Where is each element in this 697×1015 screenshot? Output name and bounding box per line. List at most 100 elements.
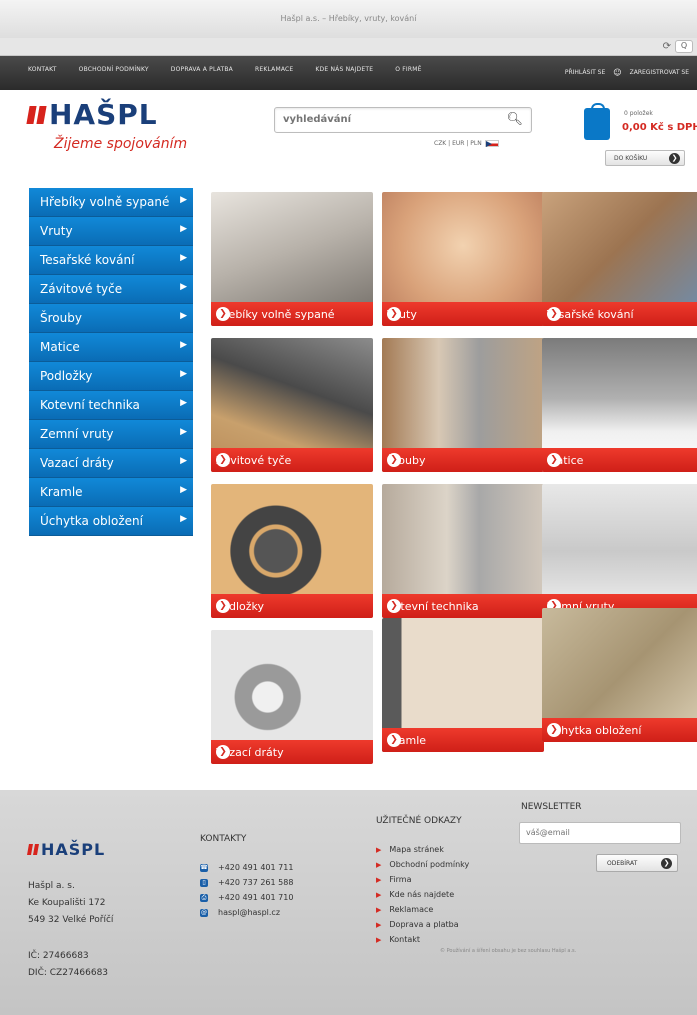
sidebar-item-label: Tesařské kování	[40, 253, 135, 267]
arrow-right-icon: ❯	[387, 733, 401, 747]
arrow-right-icon: ❯	[547, 307, 561, 321]
browser-title-bar: Hašpl a.s. – Hřebíky, vruty, kování	[0, 0, 697, 38]
caret-right-icon: ▶	[180, 427, 187, 437]
nav-link-kontakt[interactable]: KONTAKT	[28, 56, 57, 84]
bullet-icon: ▶	[376, 905, 382, 914]
bullet-icon: ▶	[376, 860, 382, 869]
sidebar-item-matice[interactable]: Matice ▶	[29, 333, 193, 362]
bullet-icon: ▶	[376, 920, 382, 929]
sidebar-item-srouby[interactable]: Šrouby ▶	[29, 304, 193, 333]
footer-link-mapa-stranek[interactable]: Mapa stránek	[389, 845, 443, 854]
sidebar-item-podlozky[interactable]: Podložky ▶	[29, 362, 193, 391]
sidebar-item-label: Kramle	[40, 485, 83, 499]
caret-right-icon: ▶	[180, 485, 187, 495]
nav-link-o-firme[interactable]: O FIRMĚ	[395, 56, 421, 84]
sidebar-item-label: Zemní vruty	[40, 427, 114, 441]
caret-right-icon: ▶	[180, 224, 187, 234]
arrow-right-icon: ❯	[216, 745, 230, 759]
sidebar-item-vruty[interactable]: Vruty ▶	[29, 217, 193, 246]
category-tile-matice[interactable]: Matice ❯	[542, 338, 697, 472]
newsletter-field	[519, 822, 681, 844]
login-link[interactable]: PŘIHLÁSIT SE	[565, 56, 605, 90]
company-name: Hašpl a. s.	[28, 881, 75, 891]
cart-button[interactable]: DO KOŠÍKU ❯	[605, 150, 685, 166]
sidebar-item-uchytka-oblozeni[interactable]: Úchytka obložení ▶	[29, 507, 193, 536]
footer-link-reklamace[interactable]: Reklamace	[389, 905, 433, 914]
arrow-right-icon: ❯	[216, 453, 230, 467]
sidebar-item-zavitove-tyce[interactable]: Závitové tyče ▶	[29, 275, 193, 304]
category-tile-zavitove-tyce[interactable]: Závitové tyče ❯	[211, 338, 373, 472]
currency-switcher[interactable]: CZK | EUR | PLN	[434, 140, 499, 147]
browser-toolbar: ⟳ Q	[0, 38, 697, 56]
footer-link-doprava-a-platba[interactable]: Doprava a platba	[389, 920, 458, 929]
sidebar-item-kramle[interactable]: Kramle ▶	[29, 478, 193, 507]
caret-right-icon: ▶	[180, 253, 187, 263]
nav-link-obchodni-podminky[interactable]: OBCHODNÍ PODMÍNKY	[79, 56, 149, 84]
sidebar-item-tesarske-kovani[interactable]: Tesařské kování ▶	[29, 246, 193, 275]
category-tile-srouby[interactable]: Šrouby ❯	[382, 338, 544, 472]
arrow-right-icon: ❯	[216, 307, 230, 321]
subscribe-button[interactable]: ODEBÍRAT ❯	[596, 854, 678, 872]
tile-label: Hřebíky volně sypané	[216, 308, 335, 321]
arrow-right-icon: ❯	[547, 453, 561, 467]
subscribe-label: ODEBÍRAT	[607, 860, 638, 867]
arrow-right-icon: ❯	[387, 599, 401, 613]
company-street: Ke Koupališti 172	[28, 898, 106, 908]
category-tile-zemni-vruty[interactable]: Zemní vruty ❯	[542, 484, 697, 618]
top-navigation: KONTAKT OBCHODNÍ PODMÍNKY DOPRAVA A PLAT…	[0, 56, 697, 90]
contacts-heading: KONTAKTY	[200, 834, 247, 844]
arrow-right-icon: ❯	[387, 453, 401, 467]
czech-flag-icon[interactable]	[484, 140, 499, 147]
links-heading: UŽITEČNÉ ODKAZY	[376, 816, 462, 826]
footer-link-kontakt[interactable]: Kontakt	[389, 935, 420, 944]
contact-email[interactable]: haspl@haspl.cz	[218, 908, 280, 917]
sidebar-item-kotevni-technika[interactable]: Kotevní technika ▶	[29, 391, 193, 420]
category-tile-uchytka-oblozeni[interactable]: Úchytka obložení ❯	[542, 608, 697, 742]
arrow-right-icon: ❯	[216, 599, 230, 613]
newsletter-heading: NEWSLETTER	[521, 802, 582, 812]
search-input[interactable]	[283, 114, 503, 125]
category-tile-kotevni-technika[interactable]: Kotevní technika ❯	[382, 484, 544, 618]
register-link[interactable]: ZAREGISTROVAT SE	[630, 56, 689, 90]
footer-logo-text: HAŠPL	[41, 840, 106, 859]
footer-logo[interactable]: HAŠPL	[27, 840, 106, 859]
category-tile-podlozky[interactable]: Podložky ❯	[211, 484, 373, 618]
sidebar-item-label: Vazací dráty	[40, 456, 114, 470]
caret-right-icon: ▶	[180, 456, 187, 466]
footer-link-kde-nas-najdete[interactable]: Kde nás najdete	[389, 890, 454, 899]
logo[interactable]: HAŠPL	[26, 98, 158, 131]
currency-label[interactable]: CZK | EUR | PLN	[434, 140, 482, 147]
nav-link-kde-nas-najdete[interactable]: KDE NÁS NAJDETE	[315, 56, 373, 84]
bullet-icon: ▶	[376, 845, 382, 854]
category-tile-kramle[interactable]: Kramle ❯	[382, 618, 544, 752]
footer: HAŠPL Hašpl a. s. Ke Koupališti 172 549 …	[0, 790, 697, 1015]
cart-item-count: 0 položek	[624, 110, 653, 117]
category-tile-hrebiky[interactable]: Hřebíky volně sypané ❯	[211, 192, 373, 326]
category-tile-tesarske-kovani[interactable]: Tesařské kování ❯	[542, 192, 697, 326]
search-icon[interactable]: 🔍︎	[506, 112, 523, 127]
newsletter-email-input[interactable]	[526, 828, 666, 837]
category-tile-vruty[interactable]: Vruty ❯	[382, 192, 544, 326]
browser-title: Hašpl a.s. – Hřebíky, vruty, kování	[280, 14, 417, 23]
nav-link-doprava-a-platba[interactable]: DOPRAVA A PLATBA	[171, 56, 233, 84]
bullet-icon: ▶	[376, 890, 382, 899]
footer-link-firma[interactable]: Firma	[389, 875, 411, 884]
sidebar-item-zemni-vruty[interactable]: Zemní vruty ▶	[29, 420, 193, 449]
fax-icon: ⎙	[200, 893, 208, 902]
search-icon[interactable]: Q	[675, 40, 693, 53]
arrow-right-icon: ❯	[669, 153, 680, 164]
caret-right-icon: ▶	[180, 282, 187, 292]
sidebar-item-vazaci-draty[interactable]: Vazací dráty ▶	[29, 449, 193, 478]
category-tile-vazaci-draty[interactable]: Vazací dráty ❯	[211, 630, 373, 764]
footer-link-obchodni-podminky[interactable]: Obchodní podmínky	[389, 860, 469, 869]
arrow-right-icon: ❯	[661, 858, 672, 869]
reload-icon[interactable]: ⟳	[663, 41, 671, 52]
nav-link-reklamace[interactable]: REKLAMACE	[255, 56, 293, 84]
caret-right-icon: ▶	[180, 340, 187, 350]
cart-button-label: DO KOŠÍKU	[614, 155, 648, 162]
sidebar-item-label: Vruty	[40, 224, 73, 238]
caret-right-icon: ▶	[180, 514, 187, 524]
contact-mobile: +420 737 261 588	[218, 878, 294, 887]
copyright-text: © Používání a šíření obsahu je bez souhl…	[440, 948, 577, 954]
sidebar-item-hrebiky[interactable]: Hřebíky volně sypané ▶	[29, 188, 193, 217]
